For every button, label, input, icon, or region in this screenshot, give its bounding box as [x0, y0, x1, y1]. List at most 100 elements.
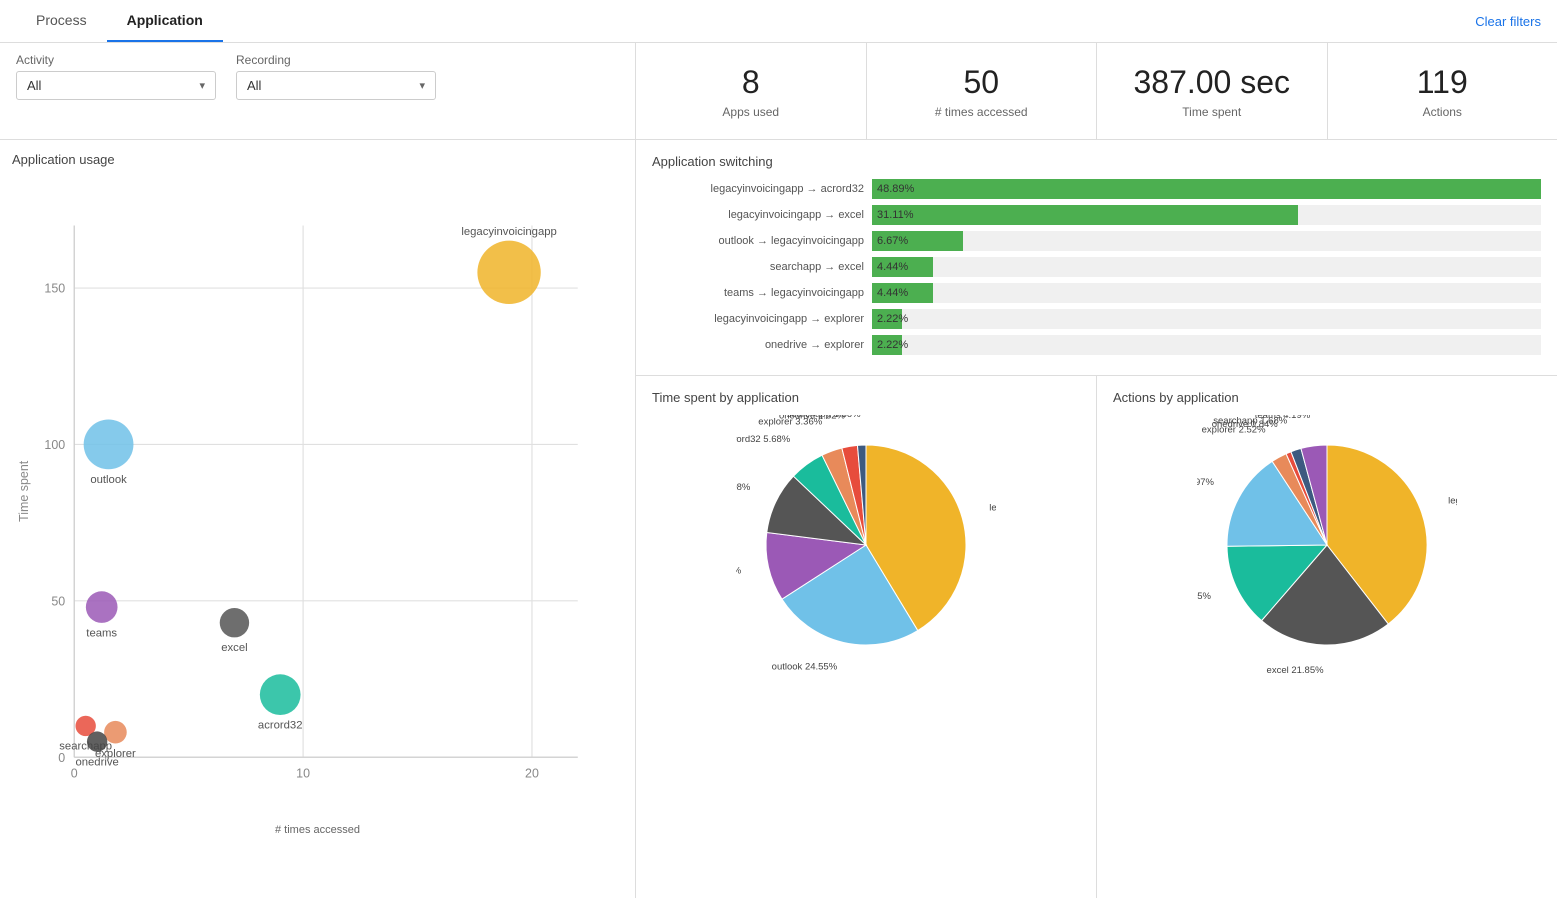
bar-label: legacyinvoicingapp → acrord32 — [652, 183, 872, 195]
bar-fill: 2.22% — [872, 309, 902, 329]
stat-number-time-spent: 387.00 sec — [1117, 63, 1307, 101]
bar-label: teams → legacyinvoicingapp — [652, 287, 872, 299]
svg-text:legacyinvoicingapp 39.5%: legacyinvoicingapp 39.5% — [1448, 496, 1457, 507]
activity-chevron-icon: ▾ — [199, 79, 205, 92]
time-spent-title: Time spent by application — [652, 390, 1080, 405]
filters-area: Activity All ▾ Recording All ▾ — [0, 43, 636, 139]
recording-select[interactable]: All ▾ — [236, 71, 436, 100]
time-spent-pie: legacyinvoicingapp 41.34%outlook 24.55%t… — [652, 415, 1080, 675]
bar-track: 48.89% — [872, 179, 1541, 199]
tab-application[interactable]: Application — [107, 0, 223, 42]
svg-text:10: 10 — [296, 767, 310, 781]
bar-row: legacyinvoicingapp → acrord32 48.89% — [652, 179, 1541, 199]
scatter-svg: 0 50 100 150 0 10 20 Time spent legacyinvoicinga… — [12, 177, 623, 817]
bar-label: legacyinvoicingapp → excel — [652, 209, 872, 221]
actions-section: Actions by application legacyinvoicingap… — [1097, 376, 1557, 898]
svg-text:20: 20 — [525, 767, 539, 781]
svg-text:outlook: outlook — [90, 474, 127, 486]
bar-label: onedrive → explorer — [652, 339, 872, 351]
stat-label-apps-used: Apps used — [656, 105, 846, 119]
bar-row: outlook → legacyinvoicingapp 6.67% — [652, 231, 1541, 251]
bar-value: 4.44% — [877, 261, 908, 273]
svg-text:outlook 15.97%: outlook 15.97% — [1197, 477, 1215, 488]
bar-track: 2.22% — [872, 335, 1541, 355]
bar-chart: legacyinvoicingapp → acrord32 48.89% leg… — [652, 179, 1541, 355]
recording-chevron-icon: ▾ — [419, 79, 425, 92]
svg-text:teams 11.11%: teams 11.11% — [736, 566, 742, 577]
stat-card-apps-used: 8 Apps used — [636, 43, 866, 139]
stat-label-time-spent: Time spent — [1117, 105, 1307, 119]
activity-select[interactable]: All ▾ — [16, 71, 216, 100]
right-panel: Application switching legacyinvoicingapp… — [636, 140, 1557, 898]
clear-filters-button[interactable]: Clear filters — [1475, 2, 1541, 41]
svg-text:0: 0 — [58, 751, 65, 765]
bar-fill: 2.22% — [872, 335, 902, 355]
stat-label-actions: Actions — [1348, 105, 1538, 119]
bar-track: 6.67% — [872, 231, 1541, 251]
recording-filter-group: Recording All ▾ — [236, 53, 436, 100]
bar-value: 2.22% — [877, 313, 908, 325]
stat-card-times-accessed: 50 # times accessed — [866, 43, 1097, 139]
bar-fill: 4.44% — [872, 257, 933, 277]
svg-text:onedrive: onedrive — [75, 757, 118, 769]
tab-process[interactable]: Process — [16, 0, 107, 42]
activity-filter-group: Activity All ▾ — [16, 53, 216, 100]
bar-value: 48.89% — [877, 183, 914, 195]
bar-fill: 31.11% — [872, 205, 1298, 225]
bar-value: 2.22% — [877, 339, 908, 351]
time-spent-pie-svg: legacyinvoicingapp 41.34%outlook 24.55%t… — [736, 415, 996, 675]
bar-fill: 4.44% — [872, 283, 933, 303]
stat-number-times-accessed: 50 — [887, 63, 1077, 101]
stat-number-apps-used: 8 — [656, 63, 846, 101]
x-axis-label: # times accessed — [12, 824, 623, 836]
svg-text:searchapp 1.36%: searchapp 1.36% — [787, 415, 861, 420]
bar-track: 31.11% — [872, 205, 1541, 225]
bar-value: 6.67% — [877, 235, 908, 247]
bar-track: 4.44% — [872, 283, 1541, 303]
svg-text:acrord32: acrord32 — [258, 720, 303, 732]
bar-row: teams → legacyinvoicingapp 4.44% — [652, 283, 1541, 303]
main-content: Application usage 0 50 100 150 0 10 20 Time spe… — [0, 140, 1557, 898]
stats-row: 8 Apps used 50 # times accessed 387.00 sec Ti… — [636, 43, 1557, 139]
left-panel: Application usage 0 50 100 150 0 10 20 Time spe… — [0, 140, 636, 898]
scatter-plot: 0 50 100 150 0 10 20 Time spent legacyinvoicinga… — [12, 177, 623, 817]
bar-value: 31.11% — [877, 209, 914, 221]
bar-row: legacyinvoicingapp → explorer 2.22% — [652, 309, 1541, 329]
bar-track: 4.44% — [872, 257, 1541, 277]
tab-bar: Process Application — [16, 0, 223, 42]
bar-label: legacyinvoicingapp → explorer — [652, 313, 872, 325]
stat-card-actions: 119 Actions — [1327, 43, 1557, 139]
time-spent-section: Time spent by application legacyinvoicin… — [636, 376, 1097, 898]
svg-text:150: 150 — [44, 282, 65, 296]
svg-text:acrord32 13.45%: acrord32 13.45% — [1197, 591, 1211, 602]
bar-value: 4.44% — [877, 287, 908, 299]
stat-card-time-spent: 387.00 sec Time spent — [1096, 43, 1327, 139]
app-usage-title: Application usage — [12, 152, 623, 167]
svg-text:excel: excel — [221, 642, 247, 654]
svg-text:0: 0 — [71, 767, 78, 781]
svg-text:Time spent: Time spent — [17, 461, 31, 523]
header-tabs: Process Application Clear filters — [0, 0, 1557, 43]
stat-number-actions: 119 — [1348, 63, 1538, 101]
bar-fill: 48.89% — [872, 179, 1541, 199]
svg-text:teams 4.19%: teams 4.19% — [1255, 415, 1311, 421]
bar-row: searchapp → excel 4.44% — [652, 257, 1541, 277]
svg-text:excel 21.85%: excel 21.85% — [1267, 665, 1325, 675]
top-section: Activity All ▾ Recording All ▾ 8 Apps use… — [0, 43, 1557, 140]
svg-text:50: 50 — [51, 595, 65, 609]
svg-text:100: 100 — [44, 438, 65, 452]
bar-label: outlook → legacyinvoicingapp — [652, 235, 872, 247]
actions-pie: legacyinvoicingapp 39.5% excel 21.85% acro… — [1113, 415, 1541, 675]
activity-filter-label: Activity — [16, 53, 216, 67]
bar-fill: 6.67% — [872, 231, 963, 251]
svg-text:acrord32 5.68%: acrord32 5.68% — [736, 434, 791, 445]
svg-text:legacyinvoicingapp 41.34%: legacyinvoicingapp 41.34% — [989, 503, 996, 514]
svg-text:excel 10.08%: excel 10.08% — [736, 483, 751, 494]
bar-row: legacyinvoicingapp → excel 31.11% — [652, 205, 1541, 225]
bar-label: searchapp → excel — [652, 261, 872, 273]
svg-text:legacyinvoicingapp: legacyinvoicingapp — [461, 226, 556, 238]
stat-label-times-accessed: # times accessed — [887, 105, 1077, 119]
bar-track: 2.22% — [872, 309, 1541, 329]
actions-pie-svg: legacyinvoicingapp 39.5% excel 21.85% acro… — [1197, 415, 1457, 675]
bar-row: onedrive → explorer 2.22% — [652, 335, 1541, 355]
